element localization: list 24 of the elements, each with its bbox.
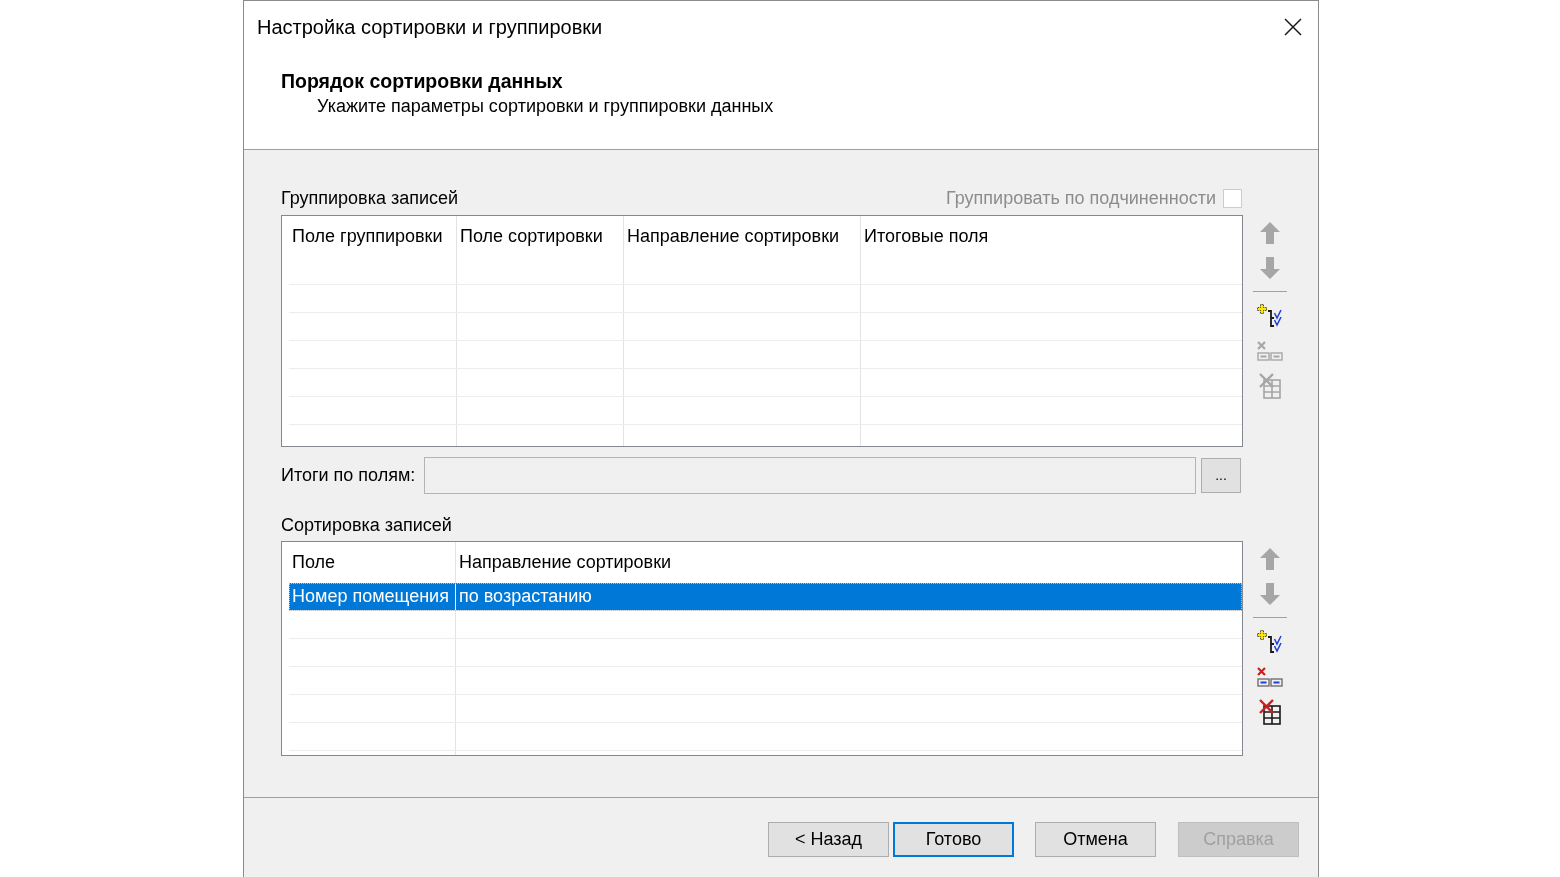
column-header[interactable]: Итоговые поля [861, 216, 1242, 257]
column-header[interactable]: Поле группировки [289, 216, 457, 257]
browse-button[interactable]: ... [1201, 458, 1241, 493]
section-heading: Порядок сортировки данных [281, 69, 563, 93]
close-icon[interactable] [1284, 18, 1302, 36]
section-label: Сортировка записей [281, 514, 452, 536]
checkbox-label: Группировать по подчиненности [946, 186, 1216, 210]
remove-field-icon[interactable] [1257, 666, 1283, 687]
plus-tree-icon[interactable] [1257, 303, 1283, 328]
field-label: Итоги по полям: [281, 464, 416, 487]
column-header[interactable]: Направление сортировки [624, 216, 861, 257]
dialog-button[interactable]: < Назад [768, 822, 889, 857]
table-row[interactable]: Номер помещения по возрастанию [289, 583, 1242, 611]
column-header[interactable]: Направление сортировки [456, 542, 1242, 583]
table-cell-text: по возрастанию [458, 585, 593, 608]
table-cell: Номер помещения [289, 583, 456, 610]
section-description: Укажите параметры сортировки и группировки данных [317, 95, 774, 117]
dialog-button[interactable]: Готово [893, 822, 1014, 857]
delete-table-icon[interactable] [1259, 698, 1281, 725]
section-label: Группировка записей [281, 186, 459, 210]
plus-tree-icon[interactable] [1257, 629, 1283, 654]
column-header[interactable]: Поле сортировки [457, 216, 624, 257]
window-title: Настройка сортировки и группировки [257, 15, 603, 40]
dialog-button[interactable]: Отмена [1035, 822, 1156, 857]
